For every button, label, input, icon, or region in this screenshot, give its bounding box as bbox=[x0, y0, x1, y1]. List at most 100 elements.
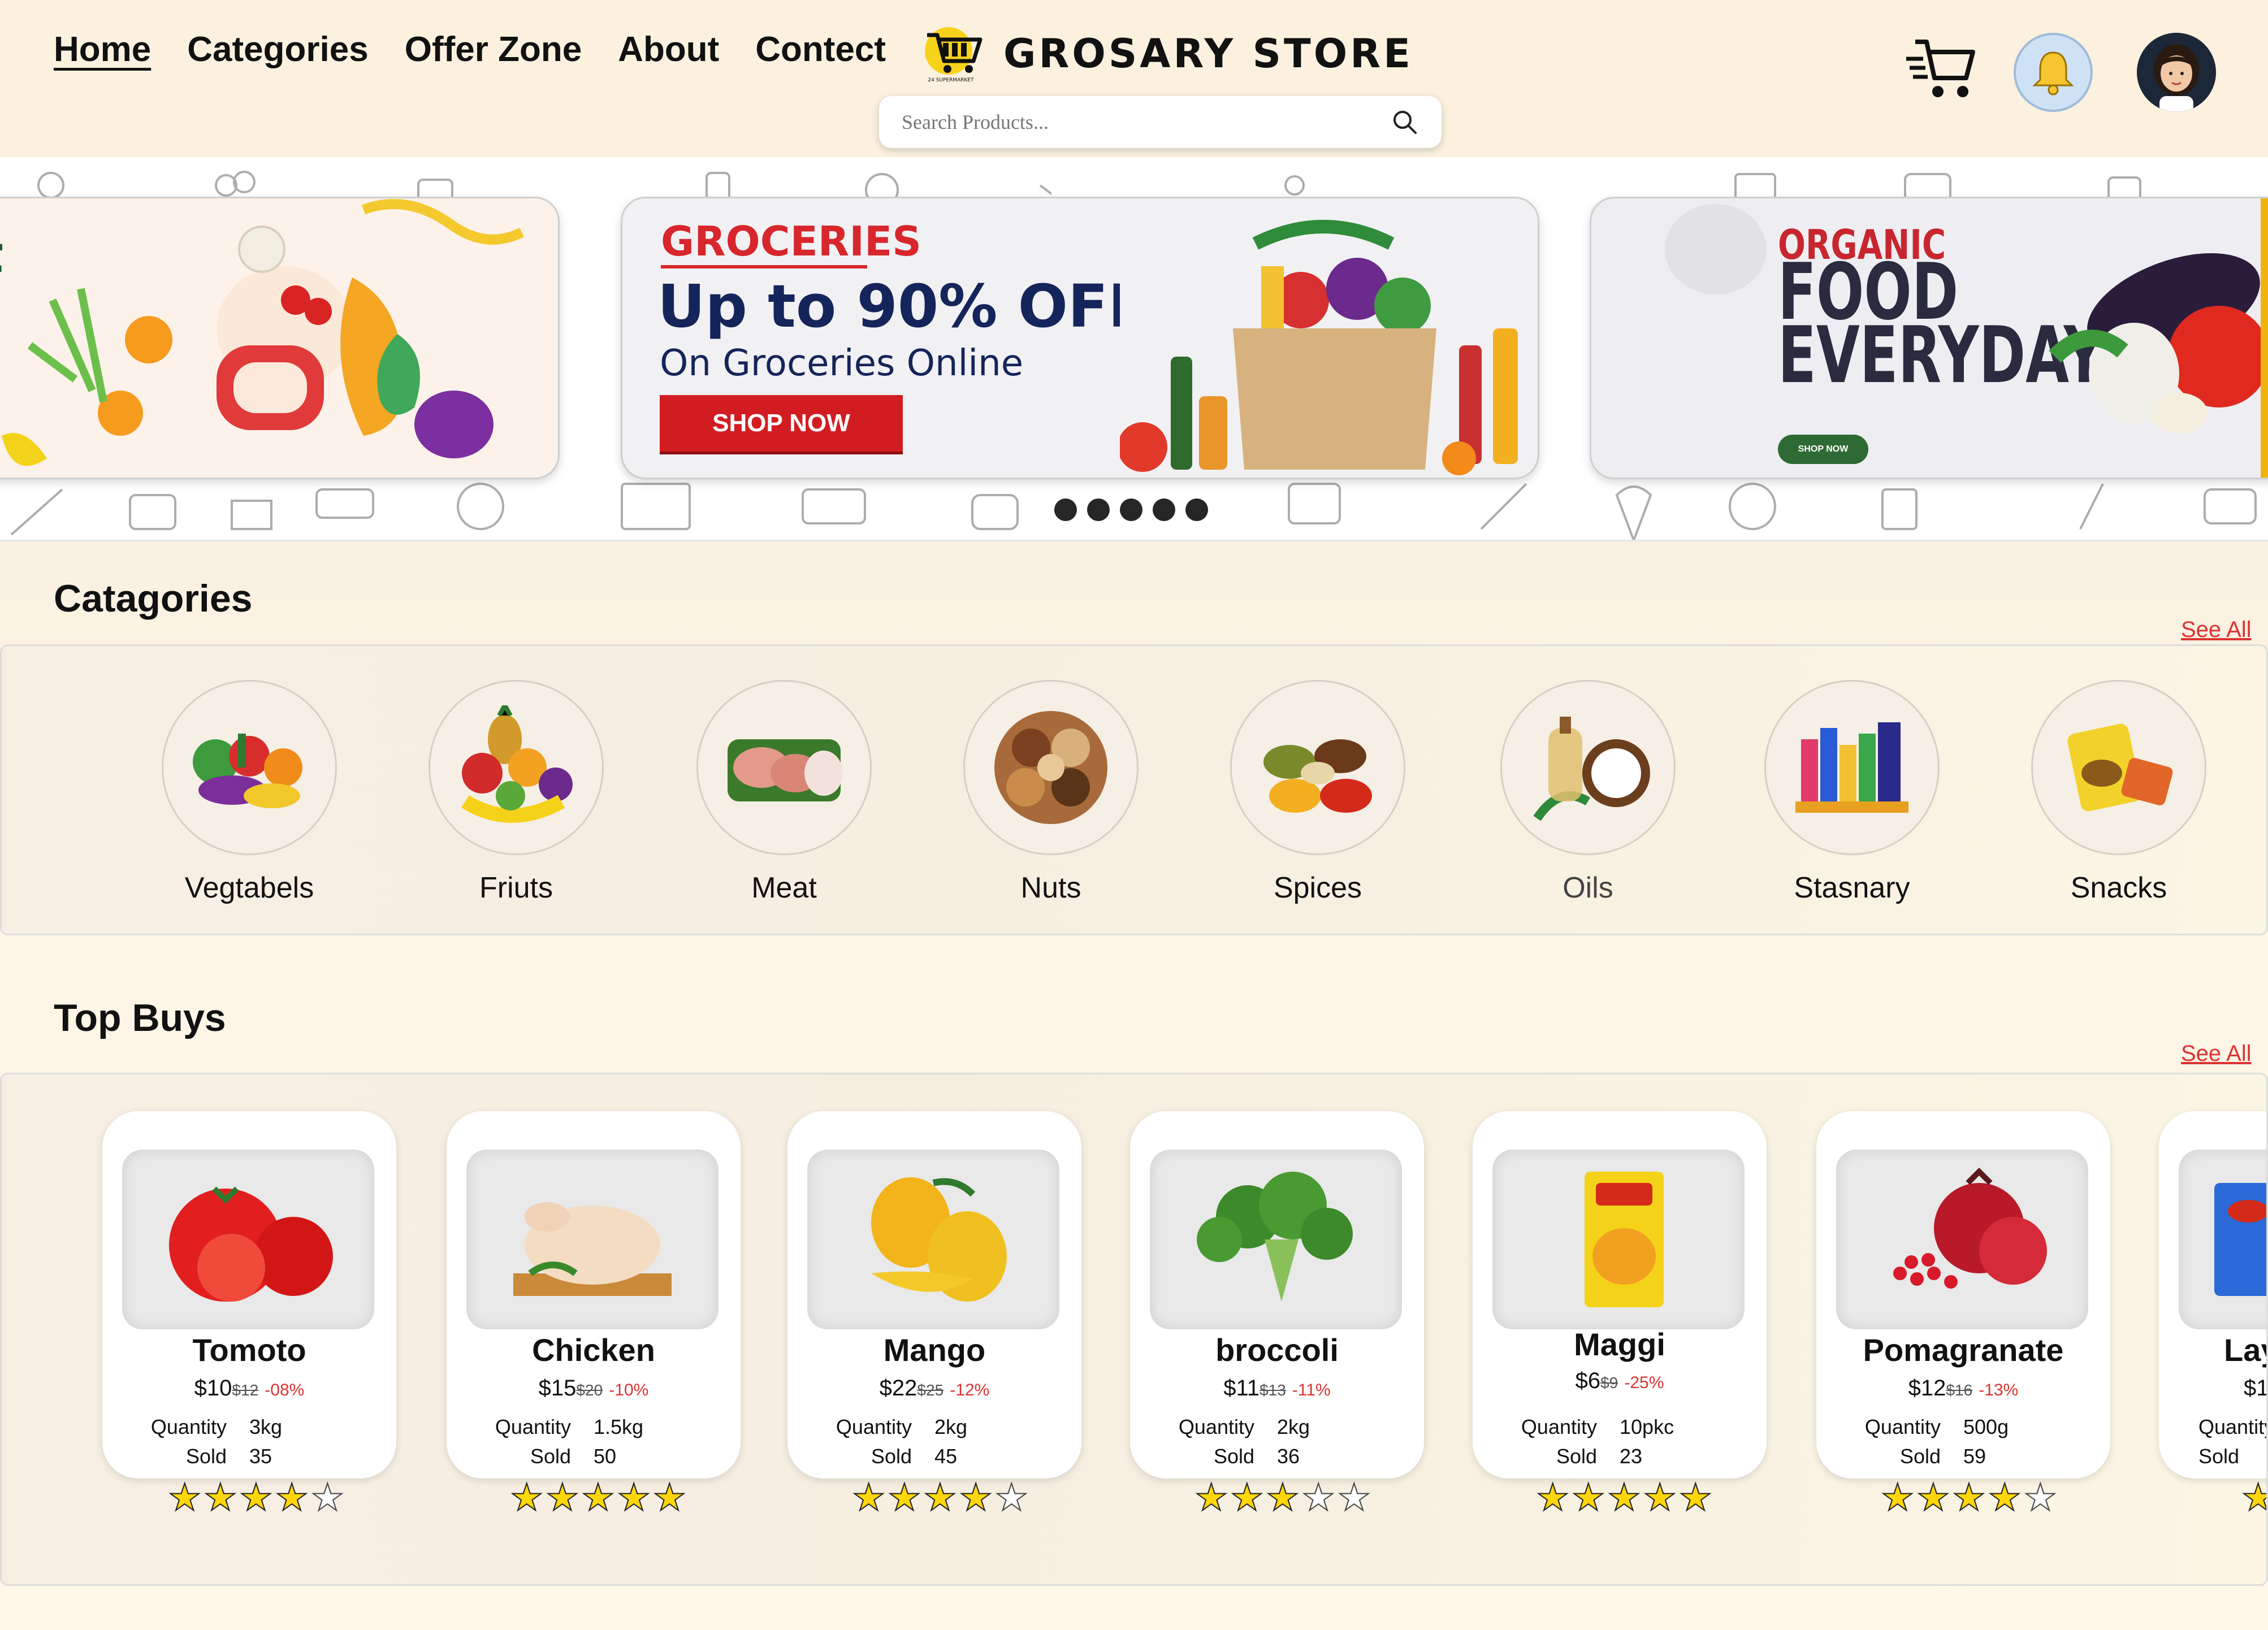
product-old-price: $16 bbox=[1946, 1381, 1973, 1399]
quantity-value: 500g bbox=[1963, 1415, 2009, 1438]
banner-slide-vegetables[interactable]: t bbox=[0, 197, 560, 479]
quantity-value: 1.5kg bbox=[594, 1415, 644, 1438]
carousel-dot-2[interactable] bbox=[1087, 498, 1110, 521]
banner-slide-organic[interactable]: ORGANIC FOOD EVERYDAY SHOP NOW bbox=[1590, 197, 2268, 479]
brand-name: GROSARY STORE bbox=[1003, 31, 1413, 77]
product-image bbox=[1836, 1150, 2088, 1329]
product-discount: -08% bbox=[265, 1381, 305, 1399]
product-old-price: $25 bbox=[917, 1381, 944, 1399]
nav-about[interactable]: About bbox=[618, 23, 719, 77]
search-input[interactable] bbox=[902, 110, 1391, 134]
product-discount: -12% bbox=[950, 1381, 990, 1399]
product-rating: ★★★★★ bbox=[110, 1476, 404, 1519]
quantity-value: 10pkc bbox=[1620, 1415, 1674, 1438]
category-spices[interactable]: Spices bbox=[1227, 680, 1408, 905]
product-card[interactable]: Tomoto $10$12 -08% Quantity 3kg Sold 35 bbox=[102, 1111, 396, 1479]
nav-contact[interactable]: Contect bbox=[755, 23, 886, 77]
product-name: Maggi bbox=[1574, 1326, 1665, 1362]
vegetables-illustration-icon: t bbox=[0, 198, 558, 478]
star-filled-icon: ★ bbox=[203, 1476, 240, 1519]
nav-categories[interactable]: Categories bbox=[187, 23, 368, 77]
category-image bbox=[162, 680, 337, 855]
categories-panel: Vegtabels Friuts Meat Nuts Spices Oils S… bbox=[0, 644, 2268, 935]
quantity-value: 2kg bbox=[934, 1415, 968, 1438]
star-filled-icon: ★ bbox=[887, 1476, 924, 1519]
product-discount: -10% bbox=[609, 1381, 649, 1399]
vegetables-photo-icon bbox=[2049, 253, 2268, 433]
top-buys-panel: Tomoto $10$12 -08% Quantity 3kg Sold 35 ★★… bbox=[0, 1073, 2268, 1586]
product-card[interactable]: Lay $1 Quantity Sold bbox=[2159, 1111, 2268, 1479]
carousel-dot-5[interactable] bbox=[1185, 498, 1208, 521]
mango-icon bbox=[871, 1177, 1007, 1302]
product-card[interactable]: Mango $22$25 -12% Quantity 2kg Sold 45 bbox=[787, 1111, 1081, 1479]
product-image bbox=[122, 1150, 374, 1329]
quantity-value: 2kg bbox=[1277, 1415, 1310, 1438]
star-filled-icon: ★ bbox=[923, 1476, 959, 1519]
carousel-dot-4[interactable] bbox=[1153, 498, 1175, 521]
product-price-line: $10$12 -08% bbox=[102, 1376, 396, 1401]
quantity-label: Quantity bbox=[836, 1415, 912, 1438]
carousel-dot-3[interactable] bbox=[1120, 498, 1142, 521]
category-fruits[interactable]: Friuts bbox=[426, 680, 607, 905]
cart-icon[interactable] bbox=[1905, 35, 1976, 102]
broccoli-icon bbox=[1197, 1172, 1353, 1302]
star-filled-icon: ★ bbox=[1916, 1476, 1953, 1519]
category-snacks[interactable]: Snacks bbox=[2028, 680, 2209, 905]
banner-title-underline bbox=[661, 265, 867, 268]
nav-home[interactable]: Home bbox=[54, 23, 151, 77]
sold-value: 50 bbox=[594, 1445, 617, 1468]
star-empty-icon: ★ bbox=[994, 1476, 1031, 1519]
product-price: $1 bbox=[2244, 1376, 2268, 1401]
carousel-dot-1[interactable] bbox=[1054, 498, 1077, 521]
banner-subtitle: On Groceries Online bbox=[660, 343, 1024, 384]
product-card[interactable]: Maggi $6$9 -25% Quantity 10pkc Sold 23 bbox=[1473, 1111, 1767, 1479]
sold-label: Sold bbox=[185, 1445, 227, 1468]
bell-icon bbox=[2032, 51, 2074, 96]
vegetables-icon bbox=[193, 734, 302, 808]
product-stats: Quantity 2kg Sold 36 bbox=[1130, 1415, 1424, 1468]
brand-logo[interactable]: 24 SUPERMARKET GROSARY STORE bbox=[921, 23, 1413, 85]
star-filled-icon: ★ bbox=[851, 1476, 888, 1519]
star-filled-icon: ★ bbox=[1535, 1476, 1572, 1519]
product-price: $10 bbox=[194, 1376, 232, 1401]
category-label: Vegtabels bbox=[184, 872, 314, 904]
shop-now-button[interactable]: SHOP NOW bbox=[660, 395, 903, 452]
category-meat[interactable]: Meat bbox=[694, 680, 875, 905]
categories-see-all-link[interactable]: See All bbox=[2181, 617, 2252, 643]
category-stationery[interactable]: Stasnary bbox=[1761, 680, 1942, 905]
search-icon[interactable] bbox=[1391, 108, 1419, 136]
category-nuts[interactable]: Nuts bbox=[960, 680, 1141, 905]
star-filled-icon: ★ bbox=[1951, 1476, 1988, 1519]
star-filled-icon: ★ bbox=[1194, 1476, 1231, 1519]
quantity-label: Quantity bbox=[150, 1415, 227, 1438]
category-image bbox=[429, 680, 604, 855]
nav-offer-zone[interactable]: Offer Zone bbox=[405, 23, 582, 77]
avatar[interactable] bbox=[2137, 33, 2216, 112]
quantity-label: Quantity bbox=[2198, 1415, 2268, 1438]
banner-slide-groceries[interactable]: GROCERIES Up to 90% OFF On Groceries Onl… bbox=[621, 197, 1539, 479]
notification-button[interactable] bbox=[2014, 33, 2093, 112]
product-price: $6 bbox=[1575, 1368, 1601, 1393]
category-label: Snacks bbox=[2070, 872, 2167, 904]
product-old-price: $12 bbox=[232, 1381, 259, 1399]
product-card[interactable]: broccoli $11$13 -11% Quantity 2kg Sold 36 bbox=[1130, 1111, 1424, 1479]
organic-shop-now-button[interactable]: SHOP NOW bbox=[1778, 435, 1868, 464]
sold-label: Sold bbox=[871, 1445, 912, 1468]
category-image bbox=[1500, 680, 1676, 855]
category-oils[interactable]: Oils bbox=[1497, 680, 1678, 905]
sold-value: 35 bbox=[249, 1445, 272, 1468]
product-card[interactable]: Pomagranate $12$16 -13% Quantity 500g Sol… bbox=[1816, 1111, 2110, 1479]
product-price: $22 bbox=[879, 1376, 917, 1401]
star-filled-icon: ★ bbox=[275, 1476, 311, 1519]
product-old-price: $9 bbox=[1600, 1374, 1618, 1391]
product-card[interactable]: Chicken $15$20 -10% Quantity 1.5kg Sold 50 bbox=[447, 1111, 741, 1479]
grocery-bag-icon bbox=[1120, 210, 1538, 478]
product-rating: ★★★★★ bbox=[1823, 1476, 2117, 1519]
category-label: Nuts bbox=[1020, 872, 1081, 904]
star-empty-icon: ★ bbox=[2023, 1476, 2059, 1519]
top-buys-see-all-link[interactable]: See All bbox=[2181, 1041, 2252, 1067]
product-name: Mango bbox=[883, 1332, 986, 1368]
product-stats: Quantity 2kg Sold 45 bbox=[787, 1415, 1081, 1468]
category-vegetables[interactable]: Vegtabels bbox=[159, 680, 340, 905]
category-image bbox=[1764, 680, 1940, 855]
